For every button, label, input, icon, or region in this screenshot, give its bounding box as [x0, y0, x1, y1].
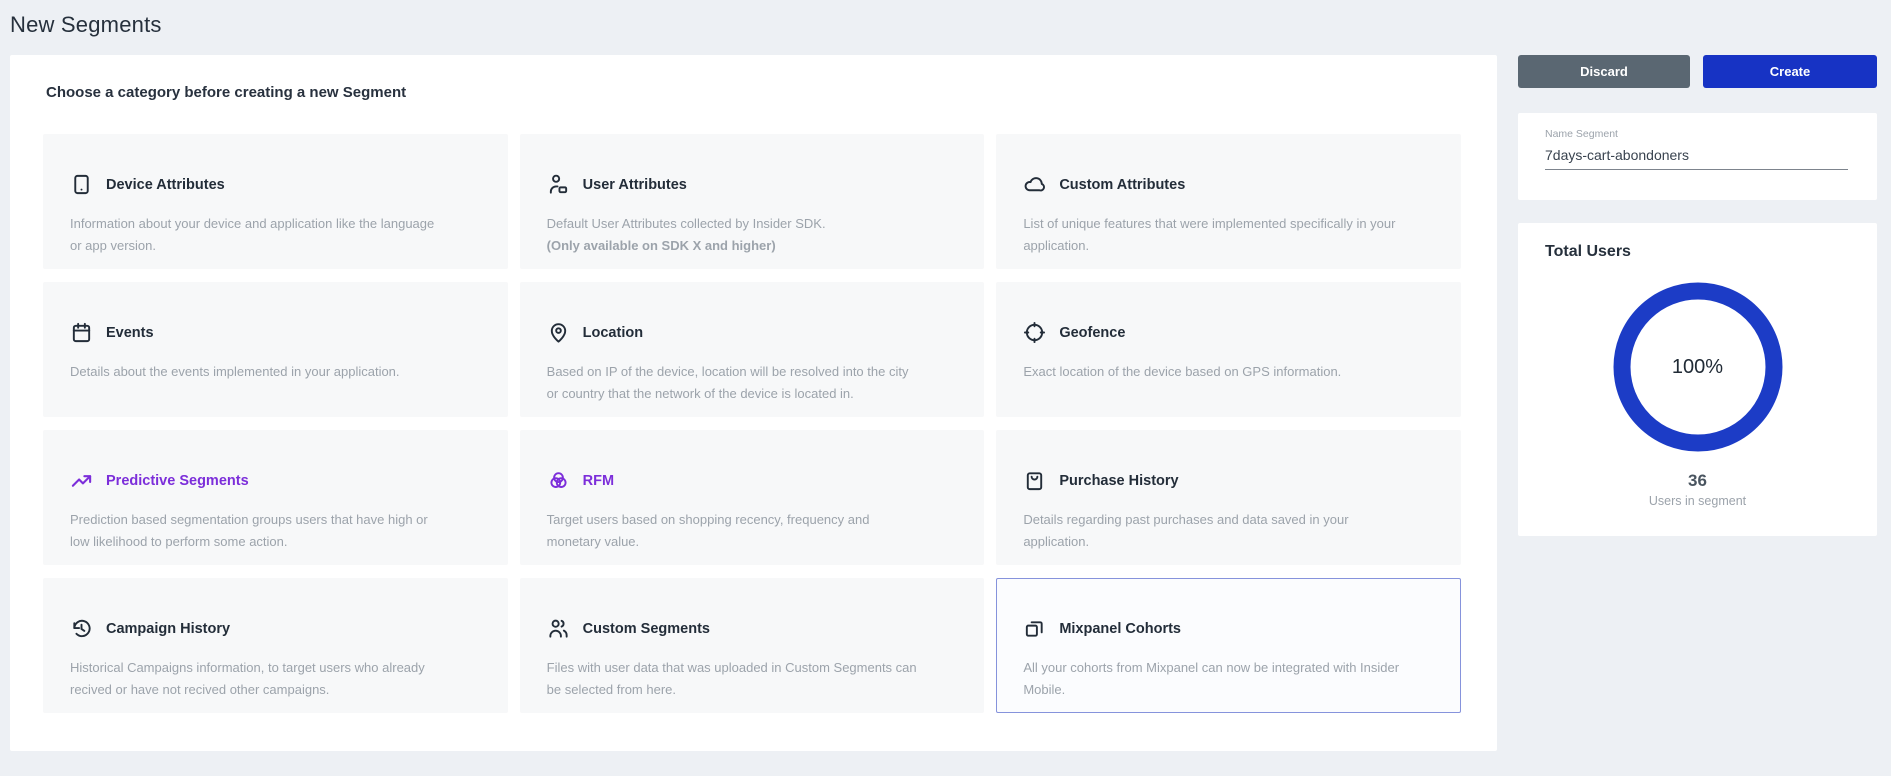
card-title: Custom Segments [583, 621, 710, 637]
card-device-attributes[interactable]: Device Attributes Information about your… [43, 134, 508, 269]
card-geofence[interactable]: Geofence Exact location of the device ba… [996, 282, 1461, 417]
category-card-grid: Device Attributes Information about your… [43, 134, 1461, 713]
link-squares-icon [1023, 617, 1046, 640]
total-users-caption: Users in segment [1649, 494, 1746, 508]
history-icon [70, 617, 93, 640]
total-users-card: Total Users 100% 36 Users in segment [1518, 223, 1877, 536]
card-campaign-history[interactable]: Campaign History Historical Campaigns in… [43, 578, 508, 713]
card-description: List of unique features that were implem… [1023, 213, 1400, 257]
discard-button[interactable]: Discard [1518, 55, 1690, 88]
card-title: Events [106, 325, 154, 341]
name-segment-label: Name Segment [1545, 128, 1848, 140]
create-button[interactable]: Create [1703, 55, 1877, 88]
card-description: Files with user data that was uploaded i… [547, 657, 924, 701]
card-description: Target users based on shopping recency, … [547, 509, 924, 553]
cloud-icon [1023, 173, 1046, 196]
tablet-icon [70, 173, 93, 196]
card-title: Purchase History [1059, 473, 1178, 489]
segment-sidebar: Discard Create Name Segment Total Users … [1518, 55, 1877, 536]
card-description: Information about your device and applic… [70, 213, 447, 257]
card-description: Based on IP of the device, location will… [547, 361, 924, 405]
map-pin-icon [547, 321, 570, 344]
shopping-bag-icon [1023, 469, 1046, 492]
card-events[interactable]: Events Details about the events implemen… [43, 282, 508, 417]
card-title: Geofence [1059, 325, 1125, 341]
card-title: RFM [583, 473, 614, 489]
card-description: Default User Attributes collected by Ins… [547, 213, 924, 257]
card-title: Location [583, 325, 643, 341]
card-purchase-history[interactable]: Purchase History Details regarding past … [996, 430, 1461, 565]
card-description-note: (Only available on SDK X and higher) [547, 235, 924, 257]
card-mixpanel-cohorts[interactable]: Mixpanel Cohorts All your cohorts from M… [996, 578, 1461, 713]
card-rfm[interactable]: RFM Target users based on shopping recen… [520, 430, 985, 565]
crosshair-icon [1023, 321, 1046, 344]
card-description: All your cohorts from Mixpanel can now b… [1023, 657, 1400, 701]
total-users-percent: 100% [1608, 277, 1788, 457]
card-description: Prediction based segmentation groups use… [70, 509, 447, 553]
card-description: Historical Campaigns information, to tar… [70, 657, 447, 701]
category-panel: Choose a category before creating a new … [10, 55, 1497, 751]
card-title: User Attributes [583, 177, 687, 193]
total-users-count: 36 [1688, 471, 1707, 491]
card-custom-segments[interactable]: Custom Segments Files with user data tha… [520, 578, 985, 713]
calendar-icon [70, 321, 93, 344]
card-title: Custom Attributes [1059, 177, 1185, 193]
card-title: Campaign History [106, 621, 230, 637]
trending-up-icon [70, 469, 93, 492]
card-predictive-segments[interactable]: Predictive Segments Prediction based seg… [43, 430, 508, 565]
card-title: Device Attributes [106, 177, 225, 193]
card-title: Mixpanel Cohorts [1059, 621, 1181, 637]
total-users-title: Total Users [1518, 243, 1631, 261]
total-users-donut: 100% [1608, 277, 1788, 457]
name-segment-card: Name Segment [1518, 113, 1877, 200]
user-id-icon [547, 173, 570, 196]
card-custom-attributes[interactable]: Custom Attributes List of unique feature… [996, 134, 1461, 269]
card-description: Exact location of the device based on GP… [1023, 361, 1400, 383]
card-description: Details regarding past purchases and dat… [1023, 509, 1400, 553]
card-title: Predictive Segments [106, 473, 249, 489]
users-icon [547, 617, 570, 640]
panel-heading: Choose a category before creating a new … [43, 84, 1461, 101]
venn-icon [547, 469, 570, 492]
page-title: New Segments [10, 12, 162, 38]
card-user-attributes[interactable]: User Attributes Default User Attributes … [520, 134, 985, 269]
name-segment-input[interactable] [1545, 147, 1848, 170]
card-location[interactable]: Location Based on IP of the device, loca… [520, 282, 985, 417]
card-description: Details about the events implemented in … [70, 361, 447, 383]
